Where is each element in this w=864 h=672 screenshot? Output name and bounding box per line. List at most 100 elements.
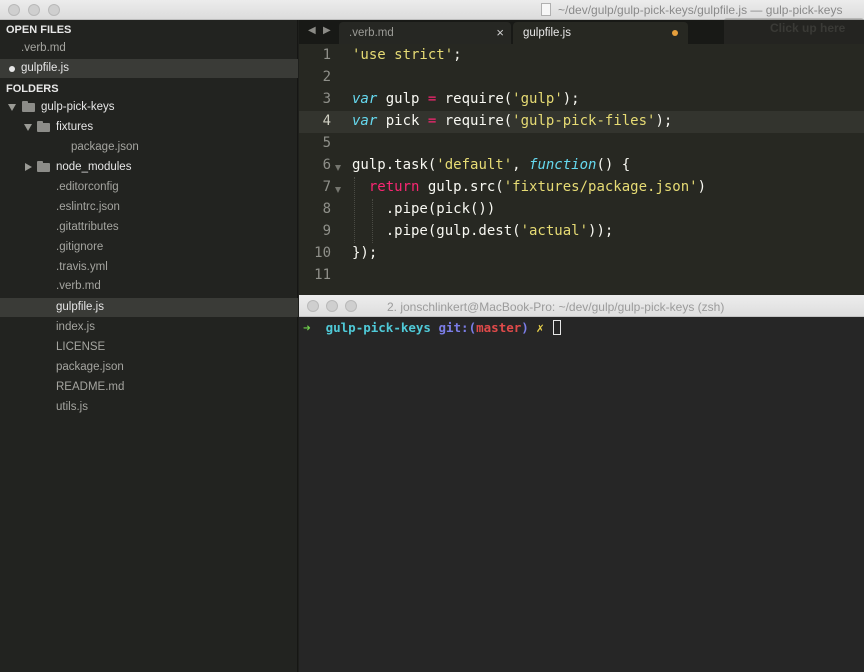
tree-folder-root[interactable]: gulp-pick-keys bbox=[0, 98, 298, 117]
code-token: 'use strict' bbox=[352, 47, 454, 63]
code-line: .pipe(pick()) bbox=[352, 201, 496, 217]
code-token: return bbox=[368, 179, 420, 195]
tree-label: .gitignore bbox=[56, 241, 104, 253]
tab-prev-icon[interactable]: ◀ bbox=[308, 25, 316, 36]
zoom-window-button[interactable] bbox=[345, 300, 357, 312]
code-token: function bbox=[529, 157, 597, 173]
code-line: 'use strict'; bbox=[352, 47, 462, 63]
close-window-button[interactable] bbox=[8, 4, 20, 16]
indent-guide bbox=[372, 199, 373, 243]
tab-gulpfile-js[interactable]: gulpfile.js bbox=[513, 22, 688, 44]
chevron-down-icon[interactable] bbox=[8, 104, 16, 111]
chevron-down-icon[interactable] bbox=[24, 124, 32, 131]
code-token: ); bbox=[562, 91, 580, 107]
tree-label: gulpfile.js bbox=[56, 301, 104, 313]
code-token: 'default' bbox=[436, 157, 513, 173]
prompt-git-close: ) bbox=[521, 320, 529, 335]
tree-label: LICENSE bbox=[56, 341, 106, 353]
tree-label: fixtures bbox=[56, 121, 94, 133]
code-token: pick bbox=[377, 113, 428, 129]
tree-file[interactable]: .gitattributes bbox=[0, 218, 298, 237]
tree-label: .editorconfig bbox=[56, 181, 119, 193]
close-window-button[interactable] bbox=[307, 300, 319, 312]
tree-file[interactable]: package.json bbox=[0, 138, 298, 157]
tree-folder-node-modules[interactable]: node_modules bbox=[0, 158, 298, 177]
tree-file[interactable]: README.md bbox=[0, 378, 298, 397]
fold-arrow-icon[interactable] bbox=[335, 187, 341, 193]
tree-file[interactable]: .eslintrc.json bbox=[0, 198, 298, 217]
minimize-window-button[interactable] bbox=[28, 4, 40, 16]
tree-file[interactable]: utils.js bbox=[0, 398, 298, 417]
terminal-window[interactable]: 2. jonschlinkert@MacBook-Pro: ~/dev/gulp… bbox=[299, 295, 864, 672]
line-number: 6 bbox=[322, 157, 331, 173]
modified-dot-icon bbox=[9, 66, 15, 72]
prompt-branch: master bbox=[476, 320, 522, 335]
tree-label: node_modules bbox=[56, 161, 132, 173]
minimize-window-button[interactable] bbox=[326, 300, 338, 312]
tree-label: README.md bbox=[56, 381, 125, 393]
line-number: 2 bbox=[322, 69, 331, 85]
code-line: return gulp.src('fixtures/package.json') bbox=[352, 179, 706, 195]
tree-label: package.json bbox=[71, 141, 139, 153]
zoom-window-button[interactable] bbox=[48, 4, 60, 16]
tree-folder-fixtures[interactable]: fixtures bbox=[0, 118, 298, 137]
tab-verb-md[interactable]: .verb.md × bbox=[339, 22, 511, 44]
code-token: , bbox=[512, 157, 530, 173]
tree-file[interactable]: package.json bbox=[0, 358, 298, 377]
tree-file[interactable]: .travis.yml bbox=[0, 258, 298, 277]
tree-file[interactable]: .gitignore bbox=[0, 238, 298, 257]
folder-open-icon bbox=[22, 101, 35, 112]
code-token: 'actual' bbox=[520, 223, 589, 239]
code-token: )); bbox=[588, 223, 614, 239]
folder-open-icon bbox=[37, 121, 50, 132]
open-file-label: gulpfile.js bbox=[21, 62, 69, 74]
tree-label: .gitattributes bbox=[56, 221, 119, 233]
tree-file[interactable]: .verb.md bbox=[0, 277, 298, 296]
prompt-arrow-icon: ➜ bbox=[303, 320, 311, 335]
chevron-right-icon[interactable] bbox=[25, 163, 32, 171]
code-token: 'gulp' bbox=[512, 91, 563, 107]
tree-file[interactable]: index.js bbox=[0, 318, 298, 337]
close-tab-icon[interactable]: × bbox=[496, 25, 504, 40]
prompt-directory: gulp-pick-keys bbox=[325, 320, 431, 335]
code-token: () { bbox=[596, 157, 631, 173]
folder-closed-icon bbox=[37, 161, 50, 172]
line-number: 1 bbox=[322, 47, 331, 63]
tree-label: .verb.md bbox=[56, 280, 101, 292]
code-token: .pipe(gulp.dest( bbox=[352, 223, 521, 239]
open-file-item-active[interactable]: gulpfile.js bbox=[0, 59, 298, 78]
code-token: gulp.src( bbox=[419, 179, 504, 195]
open-file-label: .verb.md bbox=[21, 42, 66, 54]
code-token: var bbox=[352, 91, 378, 107]
prompt-git-label: git:( bbox=[438, 320, 477, 335]
tree-label: gulp-pick-keys bbox=[41, 101, 115, 113]
indent-guide bbox=[354, 177, 355, 243]
code-token: 'gulp-pick-files' bbox=[512, 113, 656, 129]
tree-file[interactable]: LICENSE bbox=[0, 338, 298, 357]
line-number: 10 bbox=[314, 245, 331, 261]
open-files-header: OPEN FILES bbox=[6, 24, 72, 36]
sidebar: OPEN FILES .verb.md gulpfile.js FOLDERS … bbox=[0, 20, 298, 672]
terminal-title: 2. jonschlinkert@MacBook-Pro: ~/dev/gulp… bbox=[387, 300, 725, 314]
code-editor[interactable]: 1 2 3 4 5 6 7 8 9 10 11 'use strict'; var gulp = re… bbox=[299, 44, 864, 295]
terminal-titlebar: 2. jonschlinkert@MacBook-Pro: ~/dev/gulp… bbox=[299, 295, 864, 317]
code-token: .pipe(pick()) bbox=[352, 201, 496, 217]
tree-label: .eslintrc.json bbox=[56, 201, 120, 213]
tree-file[interactable]: .editorconfig bbox=[0, 178, 298, 197]
code-line: }); bbox=[352, 245, 377, 261]
tree-file-active[interactable]: gulpfile.js bbox=[0, 298, 298, 317]
dirty-marker-icon: ✗ bbox=[536, 320, 544, 335]
line-number: 11 bbox=[314, 267, 331, 283]
shell-prompt[interactable]: ➜ gulp-pick-keys git:(master) ✗ bbox=[303, 320, 562, 335]
open-file-item[interactable]: .verb.md bbox=[0, 39, 298, 58]
code-line: .pipe(gulp.dest('actual')); bbox=[352, 223, 614, 239]
code-token: gulp bbox=[377, 91, 428, 107]
line-number: 5 bbox=[322, 135, 331, 151]
folders-header: FOLDERS bbox=[6, 83, 59, 95]
unsaved-dot-icon bbox=[672, 30, 678, 36]
code-line: gulp.task('default', function() { bbox=[352, 157, 630, 173]
click-hint-label: Click up here bbox=[770, 21, 846, 35]
fold-arrow-icon[interactable] bbox=[335, 165, 341, 171]
tab-next-icon[interactable]: ▶ bbox=[323, 25, 331, 36]
line-number: 7 bbox=[322, 179, 331, 195]
